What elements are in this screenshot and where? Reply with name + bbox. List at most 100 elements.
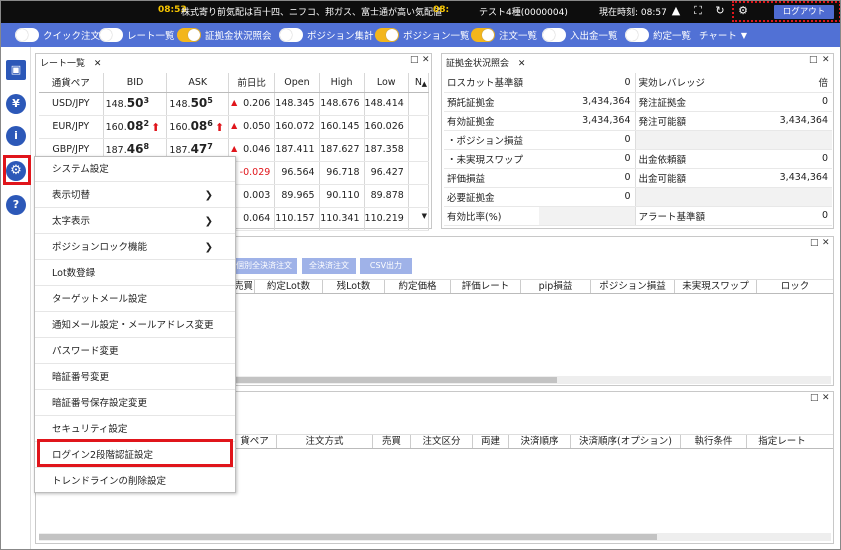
toggle-execution-list[interactable]: 約定一覧 — [625, 27, 691, 43]
close-all-button[interactable]: 全決済注文 — [302, 258, 356, 274]
table-row[interactable]: USD/JPY 148.503 148.505 ▲ 0.206 148.345 1… — [39, 92, 430, 116]
menu-item-bold-display[interactable]: 太字表示 ❯ — [35, 209, 235, 234]
col-header[interactable]: 両建 — [473, 435, 509, 448]
col-header[interactable]: 決済順序(オプション) — [571, 435, 681, 448]
col-header[interactable]: 執行条件 — [681, 435, 747, 448]
switch-off[interactable] — [625, 28, 649, 42]
col-header[interactable]: 約定価格 — [385, 280, 451, 293]
col-header[interactable]: Open — [274, 73, 320, 93]
two-factor-highlight — [37, 439, 233, 467]
col-header[interactable]: pip損益 — [521, 280, 591, 293]
col-header[interactable]: BID — [103, 73, 168, 93]
info-icon[interactable]: i — [6, 126, 26, 146]
menu-item-pin-change[interactable]: 暗証番号変更 — [35, 365, 235, 390]
margin-status-panel: 証拠金状況照会 ✕ □ ✕ ロスカット基準額 0 実効レバレッジ倍 預託証拠金 3,4… — [441, 53, 834, 229]
menu-item-target-mail[interactable]: ターゲットメール設定 — [35, 287, 235, 312]
toggle-deposit-list[interactable]: 入出金一覧 — [542, 27, 618, 43]
menu-item-pin-save-settings[interactable]: 暗証番号保存設定変更 — [35, 391, 235, 416]
refresh-icon[interactable]: ↻ — [713, 4, 727, 18]
label-cell — [635, 187, 737, 207]
close-icon[interactable]: ✕ — [518, 59, 526, 69]
toggle-position-list[interactable]: ポジション一覧 — [375, 27, 470, 43]
order-horizontal-scrollbar[interactable] — [39, 533, 831, 541]
save-icon[interactable]: ▣ — [6, 60, 26, 80]
table-row[interactable]: EUR/JPY 160.082 ⬆ 160.086 ⬆ ▲ 0.050 160.072… — [39, 115, 430, 139]
table-row: ・ポジション損益 0 — [444, 130, 832, 150]
bulk-close-individual-button[interactable]: 個別全決済注文 — [231, 258, 297, 274]
bid-cell[interactable]: 148.503 — [103, 92, 168, 116]
deposit-yen-icon[interactable]: ¥ — [6, 94, 26, 114]
col-header[interactable]: 売買 — [233, 280, 255, 293]
scroll-thumb[interactable] — [39, 534, 657, 540]
rate-list-tab[interactable]: レート一覧 ✕ — [36, 54, 105, 69]
switch-off[interactable] — [99, 28, 123, 42]
col-header[interactable]: 残Lot数 — [323, 280, 385, 293]
value-cell: 0 — [539, 168, 636, 188]
high-cell: 110.341 — [319, 207, 365, 231]
col-header[interactable]: Low — [364, 73, 409, 93]
menu-item-notification-mail[interactable]: 通知メール設定・メールアドレス変更 — [35, 313, 235, 338]
toggle-rate-list[interactable]: レート一覧 — [99, 27, 175, 43]
col-header[interactable]: High — [319, 73, 365, 93]
menu-item-trendline-delete[interactable]: トレンドラインの削除設定 — [35, 469, 235, 494]
bid-cell[interactable]: 160.082 ⬆ — [103, 115, 168, 139]
col-header[interactable]: 未実現スワップ — [675, 280, 757, 293]
close-icon[interactable]: ✕ — [422, 55, 430, 65]
logout-button[interactable]: ログアウト — [774, 5, 834, 19]
menu-item-lot-registration[interactable]: Lot数登録 — [35, 261, 235, 286]
switch-off[interactable] — [542, 28, 566, 42]
col-header[interactable]: 売買 — [373, 435, 411, 448]
switch-on[interactable] — [471, 28, 495, 42]
chart-menu[interactable]: チャート ▼ — [699, 27, 747, 43]
ask-cell[interactable]: 148.505 — [166, 92, 230, 116]
value-cell — [737, 130, 832, 150]
restore-icon[interactable]: □ — [810, 238, 819, 248]
col-header[interactable]: 注文区分 — [411, 435, 473, 448]
gear-icon[interactable]: ⚙ — [736, 4, 750, 18]
col-header[interactable]: 通貨ペア — [39, 73, 104, 93]
col-header[interactable]: 評価レート — [451, 280, 521, 293]
fullscreen-icon[interactable]: ⛶ — [691, 4, 705, 18]
position-horizontal-scrollbar[interactable] — [233, 376, 831, 384]
col-header[interactable]: ロック — [757, 280, 833, 293]
csv-export-button[interactable]: CSV出力 — [360, 258, 412, 274]
menu-item-position-lock[interactable]: ポジションロック機能 ❯ — [35, 235, 235, 260]
scroll-thumb[interactable] — [233, 377, 557, 383]
tab-label: 証拠金状況照会 — [446, 59, 510, 69]
margin-status-tab[interactable]: 証拠金状況照会 ✕ — [442, 54, 529, 69]
close-icon[interactable]: ✕ — [822, 393, 830, 403]
col-header[interactable]: 約定Lot数 — [255, 280, 323, 293]
scroll-up-icon[interactable]: ▲ — [422, 80, 427, 88]
switch-on[interactable] — [375, 28, 399, 42]
switch-off[interactable] — [279, 28, 303, 42]
close-icon[interactable]: ✕ — [822, 55, 830, 65]
toggle-margin-status[interactable]: 証拠金状況照会 — [177, 27, 272, 43]
switch-off[interactable] — [15, 28, 39, 42]
toggle-quick-order[interactable]: クイック注文 — [15, 27, 100, 43]
col-header[interactable]: 指定レート — [747, 435, 817, 448]
col-header[interactable]: 決済順序 — [509, 435, 571, 448]
toggle-order-list[interactable]: 注文一覧 — [471, 27, 537, 43]
col-header[interactable]: 前日比 — [228, 73, 276, 93]
help-icon[interactable]: ? — [6, 195, 26, 215]
col-header[interactable]: ASK — [166, 73, 230, 93]
menu-item-display-toggle[interactable]: 表示切替 ❯ — [35, 183, 235, 208]
col-header[interactable]: 貨ペア — [233, 435, 277, 448]
col-header[interactable]: ポジション損益 — [591, 280, 675, 293]
col-header[interactable]: 注文方式 — [277, 435, 373, 448]
restore-icon[interactable]: □ — [809, 55, 818, 65]
ask-cell[interactable]: 160.086 ⬆ — [166, 115, 230, 139]
scroll-down-icon[interactable]: ▼ — [422, 212, 427, 220]
menu-item-password-change[interactable]: パスワード変更 — [35, 339, 235, 364]
restore-icon[interactable]: □ — [410, 55, 419, 65]
close-icon[interactable]: ✕ — [822, 238, 830, 248]
toggle-position-summary[interactable]: ポジション集計 — [279, 27, 374, 43]
bell-icon[interactable]: ▲ — [669, 4, 683, 18]
price-big: 50 — [126, 96, 144, 111]
switch-on[interactable] — [177, 28, 201, 42]
restore-icon[interactable]: □ — [810, 393, 819, 403]
close-icon[interactable]: ✕ — [94, 59, 102, 69]
change-value: 0.050 — [243, 121, 271, 132]
news-ticker[interactable]: 株式寄り前気配は百十四、ニフコ、邦ガス、富士通が高い気配値 — [181, 5, 442, 18]
menu-item-system-settings[interactable]: システム設定 — [35, 157, 235, 182]
